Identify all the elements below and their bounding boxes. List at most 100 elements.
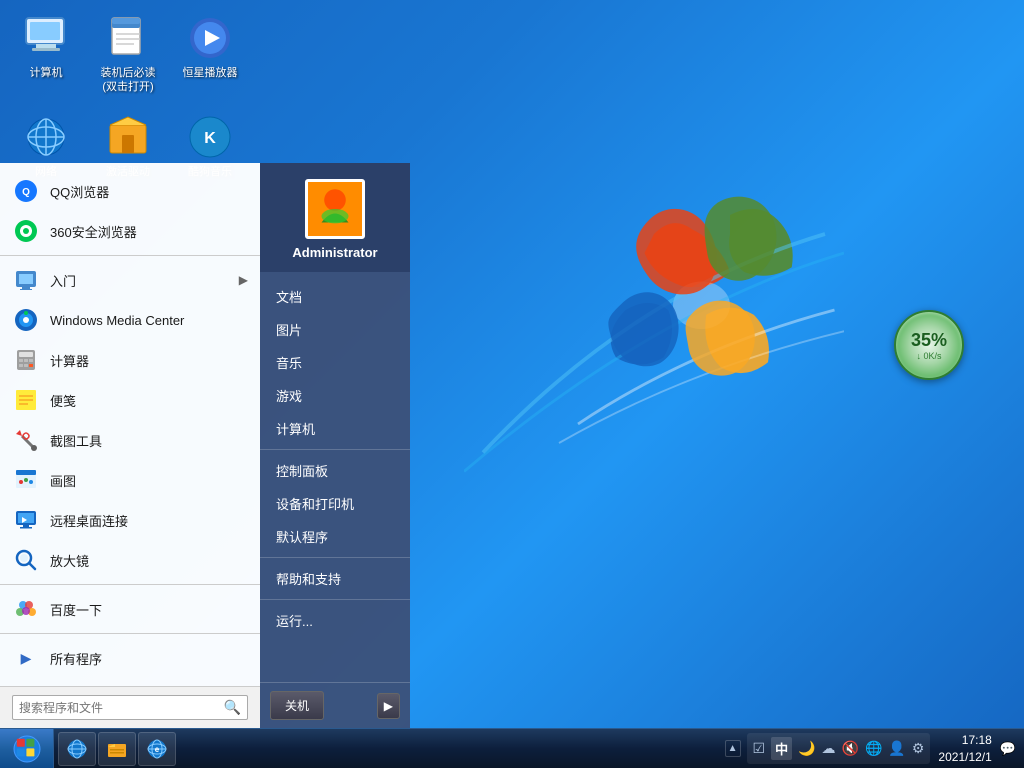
menu-item-windows-media-center[interactable]: Windows Media Center — [0, 300, 260, 340]
taskbar-network-icon — [67, 739, 87, 759]
computer-icon — [22, 14, 70, 62]
desktop-icon-computer[interactable]: 计算机 — [10, 10, 82, 99]
desktop-icon-media-player[interactable]: 恒星播放器 — [174, 10, 246, 99]
all-programs-icon: ▶ — [12, 644, 40, 672]
right-menu-item-documents[interactable]: 文档 — [260, 280, 410, 313]
shutdown-area: 关机 ▶ — [260, 682, 410, 728]
start-button[interactable] — [0, 729, 54, 768]
menu-separator-3 — [0, 633, 260, 634]
cool-music-icon: K — [186, 113, 234, 161]
shutdown-button[interactable]: 关机 — [270, 691, 324, 720]
menu-item-baidu[interactable]: 百度一下 — [0, 589, 260, 629]
menu-item-magnifier[interactable]: 放大镜 — [0, 540, 260, 580]
media-player-icon — [186, 14, 234, 62]
taskbar-ie-icon: e — [147, 739, 167, 759]
activate-driver-icon — [104, 113, 152, 161]
tray-time: 17:18 2021/12/1 — [934, 732, 995, 766]
remote-desktop-icon — [12, 506, 40, 534]
360-browser-label: 360安全浏览器 — [50, 222, 137, 241]
baidu-label: 百度一下 — [50, 600, 102, 619]
start-menu: Q QQ浏览器 360安全浏览器 — [0, 163, 410, 728]
getting-started-icon — [12, 266, 40, 294]
magnifier-label: 放大镜 — [50, 551, 89, 570]
baidu-icon — [12, 595, 40, 623]
paint-icon — [12, 466, 40, 494]
network-percent: 35% — [911, 330, 947, 351]
menu-item-calculator[interactable]: 计算器 — [0, 340, 260, 380]
windows-media-center-label: Windows Media Center — [50, 313, 184, 328]
desktop: 计算机 装机后必读(双击打开) — [0, 0, 1024, 768]
right-menu-item-default-programs[interactable]: 默认程序 — [260, 520, 410, 553]
remote-desktop-label: 远程桌面连接 — [50, 511, 128, 530]
menu-item-360-browser[interactable]: 360安全浏览器 — [0, 211, 260, 251]
magnifier-icon — [12, 546, 40, 574]
sticky-notes-label: 便笺 — [50, 391, 76, 410]
taskbar-explorer-icon — [107, 739, 127, 759]
menu-item-sticky-notes[interactable]: 便笺 — [0, 380, 260, 420]
menu-item-qq-browser[interactable]: Q QQ浏览器 — [0, 171, 260, 211]
svg-text:e: e — [155, 745, 160, 754]
windows-logo — [464, 120, 844, 500]
right-menu-item-pictures[interactable]: 图片 — [260, 313, 410, 346]
menu-item-remote-desktop[interactable]: 远程桌面连接 — [0, 500, 260, 540]
right-menu-item-help-support[interactable]: 帮助和支持 — [260, 562, 410, 595]
user-profile: Administrator — [260, 163, 410, 272]
right-menu-item-computer[interactable]: 计算机 — [260, 412, 410, 445]
tray-notify-button[interactable]: 💬 — [1000, 741, 1016, 757]
snipping-tool-label: 截图工具 — [50, 431, 102, 450]
right-menu-items: 文档 图片 音乐 游戏 计算机 控制面板 设备 — [260, 272, 410, 682]
menu-item-paint[interactable]: 画图 — [0, 460, 260, 500]
360-browser-icon — [12, 217, 40, 245]
start-menu-left: Q QQ浏览器 360安全浏览器 — [0, 163, 260, 728]
taskbar: e ▲ ☑ 中 🌙 ☁ 🔇 🌐 👤 ⚙ 17:18 2021/12/1 — [0, 728, 1024, 768]
tray-icon-volume[interactable]: 🔇 — [842, 740, 859, 757]
qq-browser-label: QQ浏览器 — [50, 182, 109, 201]
shutdown-arrow-button[interactable]: ▶ — [377, 693, 400, 719]
menu-separator-1 — [0, 255, 260, 256]
taskbar-item-network[interactable] — [58, 732, 96, 766]
windows-media-center-icon — [12, 306, 40, 334]
start-menu-right: Administrator 文档 图片 音乐 游戏 计算机 — [260, 163, 410, 728]
tray-icon-cloud: ☁ — [822, 740, 836, 757]
search-input[interactable] — [19, 701, 220, 715]
taskbar-pinned-items: e — [54, 732, 717, 766]
tray-date: 2021/12/1 — [938, 749, 991, 766]
network-icon — [22, 113, 70, 161]
all-programs-label: 所有程序 — [50, 649, 102, 668]
svg-text:Q: Q — [22, 187, 30, 198]
tray-icon-user: 👤 — [888, 740, 905, 757]
desktop-icon-install-guide[interactable]: 装机后必读(双击打开) — [92, 10, 164, 99]
media-player-label: 恒星播放器 — [183, 66, 238, 80]
right-menu-item-control-panel[interactable]: 控制面板 — [260, 454, 410, 487]
right-separator-1 — [260, 449, 410, 450]
tray-clock: 17:18 — [938, 732, 991, 749]
menu-search-area: 🔍 — [0, 686, 260, 728]
calculator-label: 计算器 — [50, 351, 89, 370]
taskbar-item-ie[interactable]: e — [138, 732, 176, 766]
start-menu-items: Q QQ浏览器 360安全浏览器 — [0, 163, 260, 686]
tray-icon-checkbox: ☑ — [753, 740, 766, 757]
right-separator-2 — [260, 557, 410, 558]
tray-icon-gear[interactable]: ⚙ — [912, 740, 925, 757]
tray-lang-button[interactable]: 中 — [771, 737, 792, 760]
getting-started-arrow: ▶ — [239, 273, 248, 287]
menu-item-all-programs[interactable]: ▶ 所有程序 — [0, 638, 260, 678]
menu-item-snipping-tool[interactable]: 截图工具 — [0, 420, 260, 460]
tray-icon-network2[interactable]: 🌐 — [865, 740, 882, 757]
right-menu-item-devices-printers[interactable]: 设备和打印机 — [260, 487, 410, 520]
qq-browser-icon: Q — [12, 177, 40, 205]
search-icon[interactable]: 🔍 — [224, 699, 241, 716]
install-guide-icon — [104, 14, 152, 62]
right-menu-item-music[interactable]: 音乐 — [260, 346, 410, 379]
user-avatar[interactable] — [305, 179, 365, 239]
taskbar-item-explorer[interactable] — [98, 732, 136, 766]
menu-item-getting-started[interactable]: 入门 ▶ — [0, 260, 260, 300]
right-menu-item-run[interactable]: 运行... — [260, 604, 410, 637]
tray-expand-button[interactable]: ▲ — [725, 740, 741, 757]
install-guide-label: 装机后必读(双击打开) — [96, 66, 160, 95]
tray-icons: ☑ 中 🌙 ☁ 🔇 🌐 👤 ⚙ — [747, 733, 931, 764]
search-box: 🔍 — [12, 695, 248, 720]
svg-text:K: K — [204, 130, 216, 147]
right-menu-item-games[interactable]: 游戏 — [260, 379, 410, 412]
icon-row-1: 计算机 装机后必读(双击打开) — [10, 10, 246, 99]
